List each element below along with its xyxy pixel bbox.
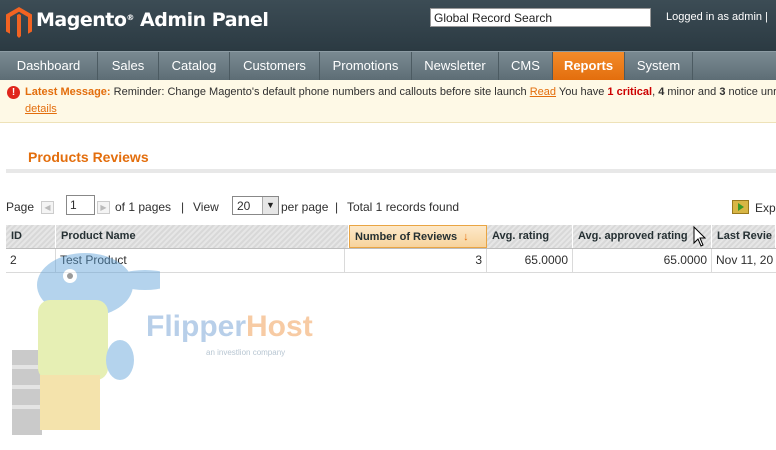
watermark-host: Host <box>246 310 313 343</box>
logo-subtitle: Admin Panel <box>140 9 269 31</box>
main-nav: Dashboard Sales Catalog Customers Promot… <box>0 51 776 80</box>
column-number-of-reviews[interactable]: Number of Reviews ↓ <box>349 225 487 248</box>
per-page-value: 20 <box>237 199 251 213</box>
logo-text: Magento <box>36 9 127 31</box>
nav-dashboard[interactable]: Dashboard <box>0 52 98 80</box>
cell-avg-approved-rating: 65.0000 <box>573 249 712 272</box>
grid-pager: Page ◀ 1 ▶ of 1 pages | View 20 ▼ per pa… <box>6 195 776 218</box>
nav-newsletter[interactable]: Newsletter <box>412 52 499 80</box>
total-records: Total 1 records found <box>347 200 460 214</box>
column-number-of-reviews-label: Number of Reviews <box>355 231 458 243</box>
nav-cms[interactable]: CMS <box>499 52 553 80</box>
latest-message: Latest Message: Reminder: Change Magento… <box>25 86 776 98</box>
pager-separator: | <box>181 200 185 214</box>
system-message-bar: ! Latest Message: Reminder: Change Magen… <box>0 80 776 123</box>
read-link[interactable]: Read <box>530 86 556 98</box>
next-page-icon[interactable]: ▶ <box>97 201 110 214</box>
admin-header: Magento® Admin Panel Logged in as admin … <box>0 0 776 51</box>
watermark-subtitle: an investlion company <box>206 348 286 357</box>
column-avg-approved-rating[interactable]: Avg. approved rating <box>573 225 712 248</box>
column-avg-rating[interactable]: Avg. rating <box>487 225 573 248</box>
flipperhost-watermark: FlipperHost <box>146 310 313 344</box>
nav-customers[interactable]: Customers <box>230 52 320 80</box>
cell-number-of-reviews: 3 <box>345 249 487 272</box>
global-search-input[interactable] <box>430 8 651 27</box>
title-divider <box>6 169 776 173</box>
chevron-down-icon: ▼ <box>262 197 278 214</box>
per-page-select[interactable]: 20 ▼ <box>232 196 279 215</box>
app-title: Magento® Admin Panel <box>36 9 269 31</box>
nav-sales[interactable]: Sales <box>98 52 159 80</box>
page-title: Products Reviews <box>28 149 149 165</box>
column-last-review[interactable]: Last Revie <box>712 225 776 248</box>
cell-avg-rating: 65.0000 <box>487 249 573 272</box>
nav-promotions[interactable]: Promotions <box>320 52 412 80</box>
minor-text: minor and <box>664 86 720 98</box>
per-page-label: per page <box>281 200 329 214</box>
nav-catalog[interactable]: Catalog <box>159 52 230 80</box>
pager-separator: | <box>335 200 339 214</box>
watermark-flipper: Flipper <box>146 310 247 343</box>
notice-text: notice unrea <box>728 86 776 98</box>
cell-last-review: Nov 11, 20 <box>716 253 774 267</box>
message-you-have: You have <box>556 86 608 98</box>
dolphin-mascot-image <box>12 253 160 435</box>
critical-count: 1 critical <box>607 86 653 98</box>
logged-in-status: Logged in as admin | <box>666 11 768 23</box>
export-label: Expo <box>755 201 776 215</box>
of-pages-text: of 1 pages <box>115 200 172 214</box>
nav-reports[interactable]: Reports <box>553 52 625 80</box>
message-text: Reminder: Change Magento's default phone… <box>110 86 530 98</box>
mouse-cursor-icon <box>693 226 707 247</box>
page-label: Page <box>6 200 35 214</box>
nav-system[interactable]: System <box>625 52 693 80</box>
export-button[interactable]: Expo <box>732 200 776 215</box>
page-number-input[interactable]: 1 <box>66 195 95 215</box>
details-link[interactable]: details <box>25 103 57 115</box>
message-label: Latest Message: <box>25 86 111 98</box>
export-icon <box>732 200 749 214</box>
sort-desc-icon: ↓ <box>463 231 469 243</box>
prev-page-icon[interactable]: ◀ <box>41 201 54 214</box>
alert-icon: ! <box>7 86 20 99</box>
view-label: View <box>193 200 219 214</box>
magento-logo-icon <box>6 7 32 38</box>
